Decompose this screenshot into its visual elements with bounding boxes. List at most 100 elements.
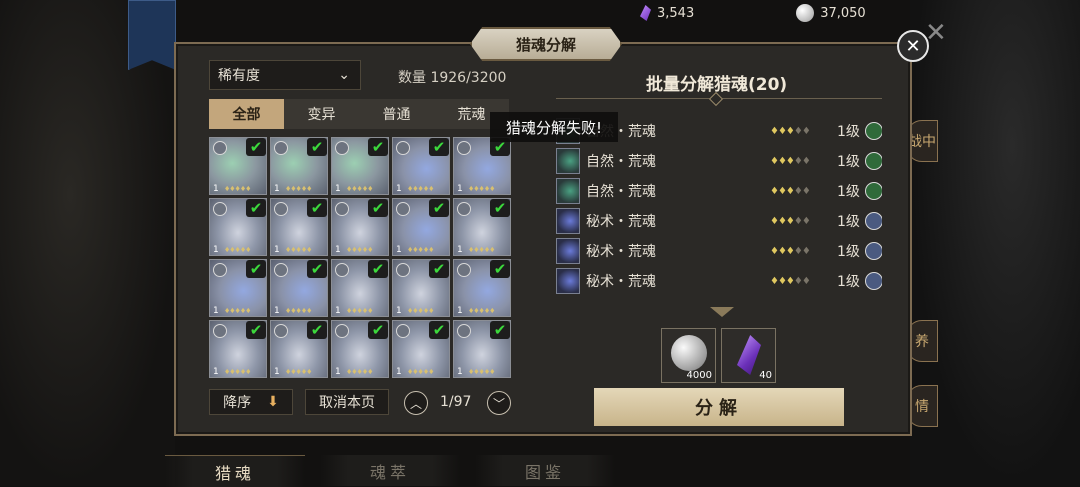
arrow-down-icon: ⬇ bbox=[267, 394, 279, 410]
soul-cell[interactable]: 1 ♦♦♦♦♦ ✔ bbox=[392, 320, 450, 378]
soul-name: 秘术・荒魂 bbox=[586, 274, 656, 290]
soul-cell[interactable]: 1 ♦♦♦♦♦ ✔ bbox=[270, 259, 328, 317]
scroll-down-icon bbox=[710, 307, 734, 317]
checkmark-icon: ✔ bbox=[490, 321, 510, 339]
cell-stars: ♦♦♦♦♦ bbox=[285, 368, 312, 376]
cell-level: 1 bbox=[457, 184, 463, 194]
soul-cell[interactable]: 1 ♦♦♦♦♦ ✔ bbox=[209, 320, 267, 378]
element-icon bbox=[213, 141, 227, 155]
soul-cell[interactable]: 1 ♦♦♦♦♦ ✔ bbox=[453, 198, 511, 256]
list-item[interactable]: 自然・荒魂 ♦♦♦♦♦ 1级 bbox=[556, 176, 882, 206]
soul-level: 1级 bbox=[837, 274, 860, 290]
soul-cell[interactable]: 1 ♦♦♦♦♦ ✔ bbox=[453, 259, 511, 317]
filter-tabs: 全部 变异 普通 荒魂 bbox=[209, 99, 509, 129]
element-badge-icon bbox=[865, 182, 882, 200]
next-page-button[interactable]: ﹀ bbox=[487, 391, 511, 415]
list-item[interactable]: 自然・荒魂 ♦♦♦♦♦ 1级 bbox=[556, 146, 882, 176]
cell-stars: ♦♦♦♦♦ bbox=[407, 307, 434, 315]
tab-all[interactable]: 全部 bbox=[209, 99, 284, 129]
cell-level: 1 bbox=[396, 184, 402, 194]
tab-hunt-soul[interactable]: 猎魂 bbox=[165, 455, 305, 487]
cell-level: 1 bbox=[213, 184, 219, 194]
stars-filled: ♦♦♦ bbox=[770, 185, 795, 197]
soul-cell[interactable]: 1 ♦♦♦♦♦ ✔ bbox=[209, 137, 267, 195]
element-icon bbox=[457, 202, 471, 216]
soul-cell[interactable]: 1 ♦♦♦♦♦ ✔ bbox=[331, 320, 389, 378]
soul-cell[interactable]: 1 ♦♦♦♦♦ ✔ bbox=[331, 137, 389, 195]
soul-cell[interactable]: 1 ♦♦♦♦♦ ✔ bbox=[270, 198, 328, 256]
cell-level: 1 bbox=[213, 367, 219, 377]
batch-list[interactable]: 自然・荒魂 ♦♦♦♦♦ 1级 自然・荒魂 ♦♦♦♦♦ 1级 自然・荒魂 ♦♦♦♦♦ 1级 秘术・荒… bbox=[556, 116, 882, 306]
element-icon bbox=[335, 141, 349, 155]
soul-cell[interactable]: 1 ♦♦♦♦♦ ✔ bbox=[270, 137, 328, 195]
element-icon bbox=[396, 202, 410, 216]
rarity-stars: ♦♦♦♦♦ bbox=[770, 125, 811, 137]
reward-crystal[interactable]: 40 bbox=[721, 328, 776, 383]
cancel-page-button[interactable]: 取消本页 bbox=[305, 389, 389, 415]
soul-cell[interactable]: 1 ♦♦♦♦♦ ✔ bbox=[331, 259, 389, 317]
cell-stars: ♦♦♦♦♦ bbox=[468, 368, 495, 376]
checkmark-icon: ✔ bbox=[368, 138, 388, 156]
reward-coin[interactable]: 4000 bbox=[661, 328, 716, 383]
checkmark-icon: ✔ bbox=[490, 199, 510, 217]
checkmark-icon: ✔ bbox=[429, 260, 449, 278]
element-badge-icon bbox=[865, 272, 882, 290]
panel-title: 猎魂分解 bbox=[470, 27, 622, 61]
soul-cell[interactable]: 1 ♦♦♦♦♦ ✔ bbox=[392, 198, 450, 256]
element-icon bbox=[457, 324, 471, 338]
sort-desc-button[interactable]: 降序 ⬇ bbox=[209, 389, 293, 415]
stars-filled: ♦♦♦ bbox=[770, 125, 795, 137]
cell-stars: ♦♦♦♦♦ bbox=[346, 246, 373, 254]
prev-page-button[interactable]: ︿ bbox=[404, 391, 428, 415]
tab-mutation[interactable]: 变异 bbox=[284, 99, 359, 129]
element-icon bbox=[274, 141, 288, 155]
soul-name: 秘术・荒魂 bbox=[586, 244, 656, 260]
cell-level: 1 bbox=[274, 184, 280, 194]
cell-stars: ♦♦♦♦♦ bbox=[285, 185, 312, 193]
soul-cell[interactable]: 1 ♦♦♦♦♦ ✔ bbox=[392, 259, 450, 317]
reward-count: 4000 bbox=[686, 370, 712, 381]
cell-level: 1 bbox=[396, 245, 402, 255]
checkmark-icon: ✔ bbox=[429, 138, 449, 156]
checkmark-icon: ✔ bbox=[368, 199, 388, 217]
sort-label: 降序 bbox=[223, 395, 252, 411]
batch-title: 批量分解猎魂(20) bbox=[646, 75, 788, 95]
list-item[interactable]: 秘术・荒魂 ♦♦♦♦♦ 1级 bbox=[556, 266, 882, 296]
rarity-dropdown[interactable]: 稀有度 ⌄ bbox=[209, 60, 361, 90]
soul-name: 自然・荒魂 bbox=[586, 154, 656, 170]
rarity-stars: ♦♦♦♦♦ bbox=[770, 185, 811, 197]
cell-level: 1 bbox=[335, 367, 341, 377]
cell-level: 1 bbox=[457, 306, 463, 316]
element-icon bbox=[335, 263, 349, 277]
tab-codex[interactable]: 图鉴 bbox=[475, 455, 615, 486]
cell-stars: ♦♦♦♦♦ bbox=[346, 368, 373, 376]
soul-cell[interactable]: 1 ♦♦♦♦♦ ✔ bbox=[453, 137, 511, 195]
checkmark-icon: ✔ bbox=[246, 199, 266, 217]
cell-level: 1 bbox=[274, 245, 280, 255]
list-item[interactable]: 秘术・荒魂 ♦♦♦♦♦ 1级 bbox=[556, 236, 882, 266]
stars-empty: ♦♦ bbox=[793, 275, 811, 287]
list-item[interactable]: 秘术・荒魂 ♦♦♦♦♦ 1级 bbox=[556, 206, 882, 236]
soul-cell[interactable]: 1 ♦♦♦♦♦ ✔ bbox=[331, 198, 389, 256]
cell-stars: ♦♦♦♦♦ bbox=[468, 246, 495, 254]
chevron-down-icon: ⌄ bbox=[338, 67, 350, 83]
checkmark-icon: ✔ bbox=[307, 138, 327, 156]
rarity-stars: ♦♦♦♦♦ bbox=[770, 246, 811, 257]
close-button[interactable]: ✕ bbox=[897, 30, 929, 62]
element-badge-icon bbox=[865, 122, 882, 140]
cell-stars: ♦♦♦♦♦ bbox=[224, 368, 251, 376]
soul-cell[interactable]: 1 ♦♦♦♦♦ ✔ bbox=[209, 259, 267, 317]
tab-soul-extract[interactable]: 魂萃 bbox=[320, 455, 460, 486]
cell-stars: ♦♦♦♦♦ bbox=[224, 246, 251, 254]
soul-cell[interactable]: 1 ♦♦♦♦♦ ✔ bbox=[209, 198, 267, 256]
rarity-stars: ♦♦♦♦♦ bbox=[770, 156, 811, 167]
element-icon bbox=[335, 324, 349, 338]
stars-empty: ♦♦ bbox=[793, 125, 811, 137]
decompose-button[interactable]: 分解 bbox=[594, 388, 844, 426]
soul-cell[interactable]: 1 ♦♦♦♦♦ ✔ bbox=[392, 137, 450, 195]
soul-level: 1级 bbox=[837, 124, 860, 140]
soul-cell[interactable]: 1 ♦♦♦♦♦ ✔ bbox=[453, 320, 511, 378]
element-icon bbox=[457, 263, 471, 277]
soul-cell[interactable]: 1 ♦♦♦♦♦ ✔ bbox=[270, 320, 328, 378]
tab-normal[interactable]: 普通 bbox=[359, 99, 434, 129]
